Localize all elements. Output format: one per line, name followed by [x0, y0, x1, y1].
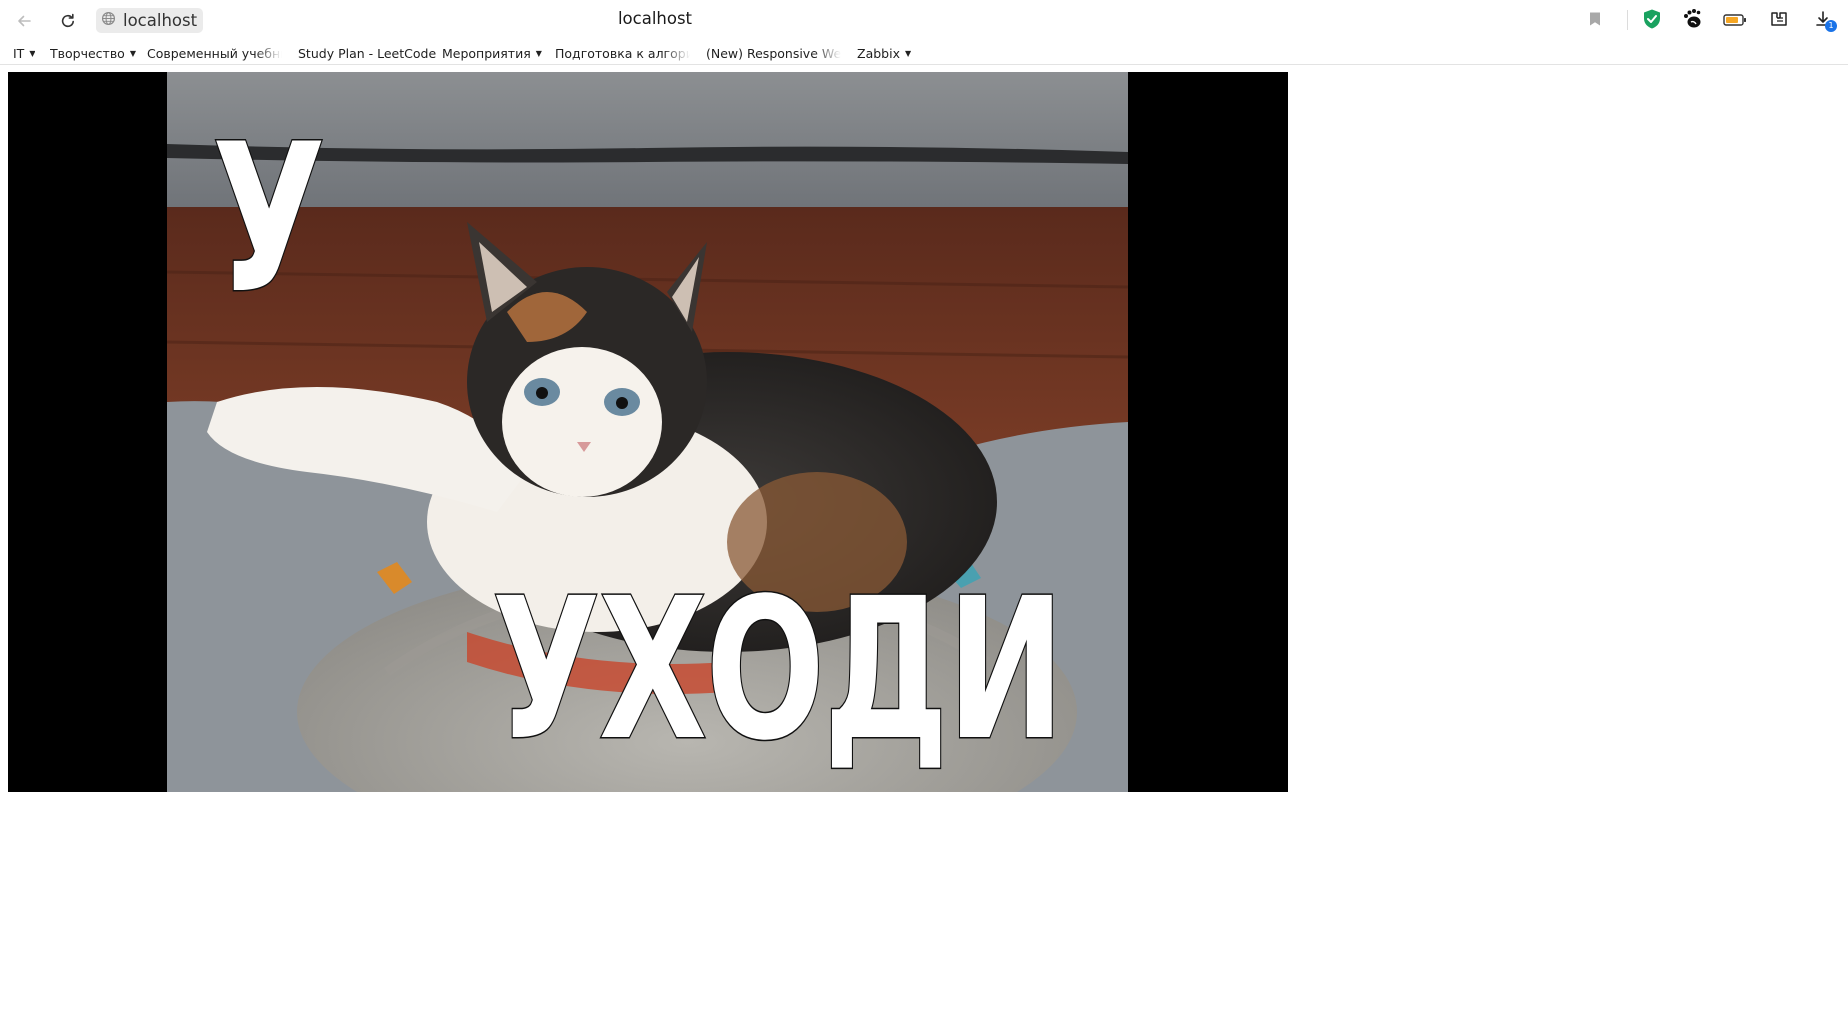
- caret-down-icon: ▼: [129, 48, 136, 58]
- bookmark-label: Study Plan - LeetCode: [298, 45, 437, 61]
- shield-check-icon: [1641, 8, 1663, 34]
- bookmark-algorithms-prep[interactable]: Подготовка к алгоритмам: [555, 45, 690, 61]
- bookmark-label: (New) Responsive Web: [706, 45, 841, 61]
- bookmark-leetcode-study-plan[interactable]: Study Plan - LeetCode: [298, 45, 436, 61]
- toolbar-divider: [1627, 10, 1628, 30]
- bookmark-folder-events[interactable]: Мероприятия ▼: [442, 45, 542, 61]
- meme-caption-top: У: [211, 101, 327, 339]
- bookmarks-bar: IT ▼ Творчество ▼ Современный учебник Stud…: [0, 40, 1848, 65]
- bookmark-label: Мероприятия: [442, 45, 531, 61]
- downloads-button[interactable]: 1: [1810, 8, 1837, 34]
- bookmark-label: Современный учебник: [147, 45, 282, 61]
- browser-toolbar: localhost localhost 1: [0, 0, 1848, 40]
- caret-down-icon: ▼: [904, 48, 912, 58]
- bookmark-page-button[interactable]: [1582, 8, 1608, 34]
- bookmark-folder-zabbix[interactable]: Zabbix ▼: [857, 45, 911, 61]
- caret-down-icon: ▼: [29, 48, 36, 58]
- gnome-foot-icon: [1682, 8, 1704, 34]
- bookmark-label: IT: [13, 45, 25, 61]
- image-viewer: У УХОДИ: [8, 72, 1288, 792]
- gnome-extension-button[interactable]: [1680, 8, 1706, 34]
- page-title: localhost: [617, 9, 693, 28]
- extension-icon: [1769, 9, 1789, 33]
- battery-extension-button[interactable]: [1722, 8, 1748, 34]
- bookmark-modern-textbook[interactable]: Современный учебник: [147, 45, 282, 61]
- bookmark-label: Подготовка к алгоритмам: [555, 45, 690, 61]
- kitten-meme-image: У УХОДИ: [167, 72, 1128, 792]
- battery-icon: [1723, 12, 1747, 31]
- bookmark-folder-it[interactable]: IT ▼: [13, 45, 35, 61]
- bookmark-icon: [1588, 11, 1602, 31]
- caret-down-icon: ▼: [535, 48, 542, 58]
- meme-caption-bottom: УХОДИ: [491, 556, 1066, 783]
- bookmark-label: Творчество: [50, 45, 125, 61]
- downloads-count-badge: 1: [1825, 20, 1837, 32]
- bookmark-label: Zabbix: [857, 45, 900, 61]
- bookmark-responsive-web[interactable]: (New) Responsive Web: [706, 45, 841, 61]
- adblock-extension-button[interactable]: [1639, 8, 1665, 34]
- bookmark-folder-creative[interactable]: Творчество ▼: [50, 45, 136, 61]
- extensions-button[interactable]: [1766, 8, 1792, 34]
